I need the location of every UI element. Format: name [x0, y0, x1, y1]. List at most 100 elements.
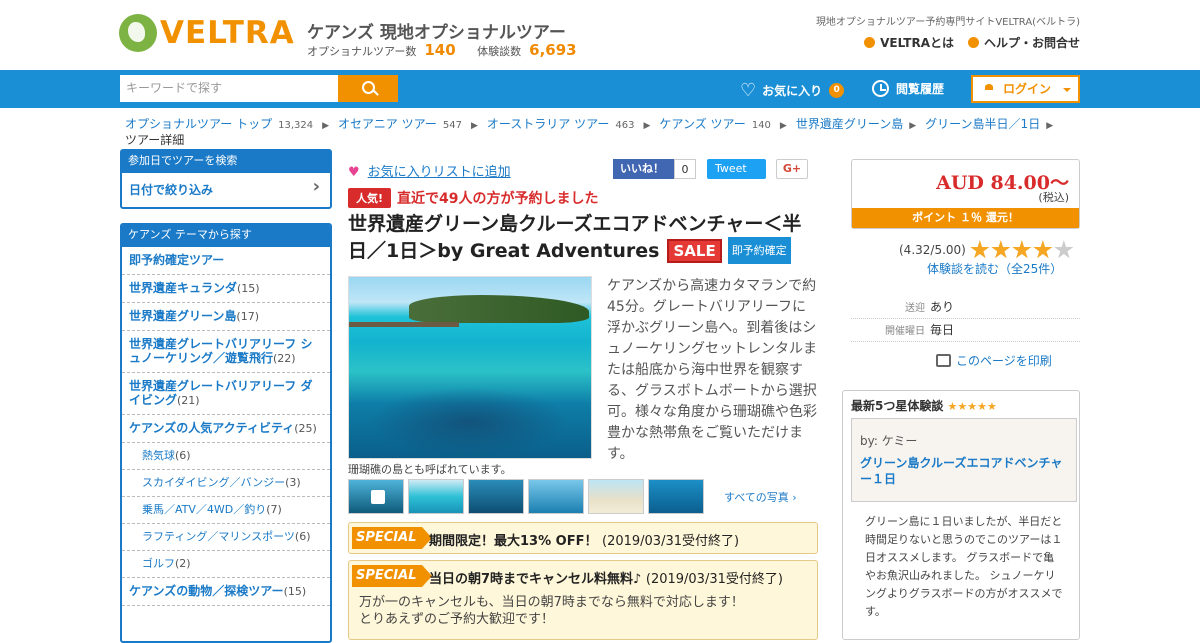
special-note-line: とりあえずのご予約大歓迎です！ — [359, 612, 555, 627]
about-link[interactable]: VELTRAとは — [864, 34, 954, 51]
days-key: 開催曜日 — [885, 326, 925, 337]
review-header-stars: ★★★★★ — [947, 400, 997, 413]
star-icon — [1054, 240, 1074, 259]
sidebar-item[interactable]: ラフティング／マリンスポーツ(6) — [122, 524, 330, 551]
review-body: グリーン島に１日いましたが、半日だと時間足りないと思うのでこのツアーは１日オスス… — [865, 515, 1063, 618]
sidebar-item-count: (15) — [237, 282, 260, 295]
star-icon — [970, 240, 990, 259]
instant-badge: 即予約確定 — [727, 237, 791, 264]
favorites-link[interactable]: ♡ お気に入り 0 — [740, 80, 845, 101]
all-photos-link[interactable]: すべての写真 › — [724, 489, 797, 505]
photo-thumbnail[interactable] — [468, 479, 524, 514]
sidebar-item-label: スカイダイビング／バンジー — [142, 476, 286, 489]
rating: (4.32/5.00) — [899, 240, 1074, 260]
sidebar-item[interactable]: ケアンズの動物／探検ツアー(15) — [122, 578, 330, 606]
review-title[interactable]: グリーン島クルーズエコアドベンチャー１日 — [860, 455, 1070, 487]
star-icon — [1012, 240, 1032, 259]
search-input[interactable]: キーワードで探す — [120, 75, 338, 102]
tour-description: ケアンズから高速カタマランで約45分。グレートバリアリーフに浮かぶグリーン島へ。… — [607, 278, 817, 462]
review-header-text: 最新5つ星体験談 — [851, 399, 944, 413]
photo-thumbnail[interactable] — [528, 479, 584, 514]
video-thumbnail[interactable] — [348, 479, 404, 514]
tax-note: (税込) — [1038, 191, 1069, 204]
sidebar-item-label: 世界遺産グリーン島 — [129, 309, 237, 323]
main-photo[interactable] — [348, 276, 592, 459]
tour-count-label: オプショナルツアー数 — [307, 45, 417, 58]
sidebar-item[interactable]: ケアンズの人気アクティビティ(25) — [122, 415, 330, 443]
help-link[interactable]: ヘルプ・お問合せ — [967, 34, 1080, 51]
photo-thumbnail[interactable] — [588, 479, 644, 514]
breadcrumb-link[interactable]: ケアンズ ツアー — [659, 117, 745, 131]
special-offer: SPECIAL 当日の朝7時までキャンセル料無料♪ (2019/03/31受付終… — [348, 560, 818, 640]
special-label: SPECIAL — [352, 565, 432, 587]
arrow-circle-icon — [864, 37, 876, 48]
breadcrumb-link[interactable]: オーストラリア ツアー — [487, 117, 610, 131]
special-date: (2019/03/31受付終了) — [602, 534, 740, 549]
breadcrumb-current: ツアー詳細 — [125, 133, 185, 147]
sidebar-item[interactable]: 即予約確定ツアー — [122, 247, 330, 275]
breadcrumb-arrow-icon: ▶ — [470, 121, 478, 131]
review-card: by: ケミー グリーン島クルーズエコアドベンチャー１日 — [851, 418, 1077, 502]
logo-text: VELTRA — [160, 15, 295, 51]
veltra-logo[interactable]: VELTRA — [119, 14, 295, 52]
history-link[interactable]: 閲覧履歴 — [872, 80, 944, 97]
sidebar-item-label: ラフティング／マリンスポーツ — [142, 530, 295, 543]
facebook-like-button[interactable]: いいね！ 0 — [613, 159, 696, 179]
sidebar-item-count: (15) — [283, 585, 307, 598]
photo-thumbnail[interactable] — [408, 479, 464, 514]
review-count-label: 体験談数 — [477, 45, 522, 58]
photo-caption: 珊瑚礁の島とも呼ばれています。 — [348, 463, 512, 476]
sidebar-item[interactable]: 世界遺産グレートバリアリーフ シュノーケリング／遊覧飛行(22) — [122, 331, 330, 373]
sidebar-item[interactable]: スカイダイビング／バンジー(3) — [122, 470, 330, 497]
add-favorite-link[interactable]: お気に入りリストに追加 — [348, 161, 511, 180]
sidebar-item-label: 即予約確定ツアー — [129, 253, 225, 267]
sidebar-item[interactable]: 世界遺産キュランダ(15) — [122, 275, 330, 303]
island-shape — [409, 295, 589, 323]
breadcrumb-link[interactable]: オプショナルツアー トップ — [125, 117, 272, 131]
sidebar-item-count: (3) — [285, 476, 301, 489]
breadcrumb-link[interactable]: グリーン島半日／1日 — [925, 117, 1040, 131]
breadcrumb-link[interactable]: 世界遺産グリーン島 — [796, 117, 903, 131]
sidebar-item-label: 世界遺産キュランダ — [129, 281, 238, 295]
arrow-circle-icon — [967, 37, 979, 48]
sidebar-item-count: (22) — [273, 352, 296, 365]
breadcrumb: オプショナルツアー トップ 13,324 ▶ オセアニア ツアー 547 ▶ オーストラリア… — [125, 117, 1065, 147]
sidebar-item-count: (17) — [236, 310, 259, 323]
play-icon — [371, 490, 385, 504]
sidebar-item-count: (2) — [175, 557, 191, 570]
date-search-header: 参加日でツアーを検索 — [122, 151, 330, 173]
gplus-button[interactable]: G+ — [776, 159, 808, 179]
sidebar-item-count: (6) — [294, 530, 311, 543]
pickup-key: 送迎 — [905, 303, 925, 314]
sidebar-item[interactable]: 乗馬／ATV／4WD／釣り(7) — [122, 497, 330, 524]
special-offer: SPECIAL 期間限定！最大13% OFF！ (2019/03/31受付終了) — [348, 522, 818, 554]
print-label: このページを印刷 — [956, 354, 1052, 368]
search-button[interactable] — [338, 75, 398, 102]
reef-shape — [369, 387, 569, 457]
special-note-line: 万が一のキャンセルも、当日の朝7時までなら無料で対応します！ — [359, 595, 744, 610]
clock-icon — [872, 80, 889, 97]
tagline: 現地オプショナルツアー予約専門サイトVELTRA(ベルトラ) — [815, 17, 1080, 28]
login-button[interactable]: ログイン — [971, 75, 1080, 103]
breadcrumb-link[interactable]: オセアニア ツアー — [338, 117, 437, 131]
sidebar-item[interactable]: 世界遺産グリーン島(17) — [122, 303, 330, 331]
photo-thumbnail[interactable] — [648, 479, 704, 514]
history-label: 閲覧履歴 — [896, 82, 945, 96]
special-label: SPECIAL — [352, 527, 432, 549]
date-filter-button[interactable]: 日付で絞り込み — [122, 173, 330, 206]
breadcrumb-arrow-icon: ▶ — [1046, 121, 1054, 131]
date-search-box: 参加日でツアーを検索 日付で絞り込み — [120, 149, 332, 209]
sidebar-item[interactable]: ゴルフ(2) — [122, 551, 330, 578]
sale-badge: SALE — [667, 239, 722, 263]
sidebar-item[interactable]: 世界遺産グレートバリアリーフ ダイビング(21) — [122, 373, 330, 415]
days-info: 開催曜日 毎日 — [851, 319, 1080, 342]
sidebar-item[interactable]: 熱気球(6) — [122, 443, 330, 470]
tweet-button[interactable]: Tweet — [707, 159, 766, 179]
read-reviews-link[interactable]: 体験談を読む（全25件） — [927, 260, 1062, 277]
star-icon — [1033, 240, 1053, 259]
star-icon — [991, 240, 1011, 259]
help-link-label: ヘルプ・お問合せ — [983, 36, 1080, 50]
tour-count: 140 — [424, 41, 456, 59]
print-link[interactable]: このページを印刷 — [936, 352, 1052, 369]
like-label: いいね！ — [620, 162, 664, 175]
